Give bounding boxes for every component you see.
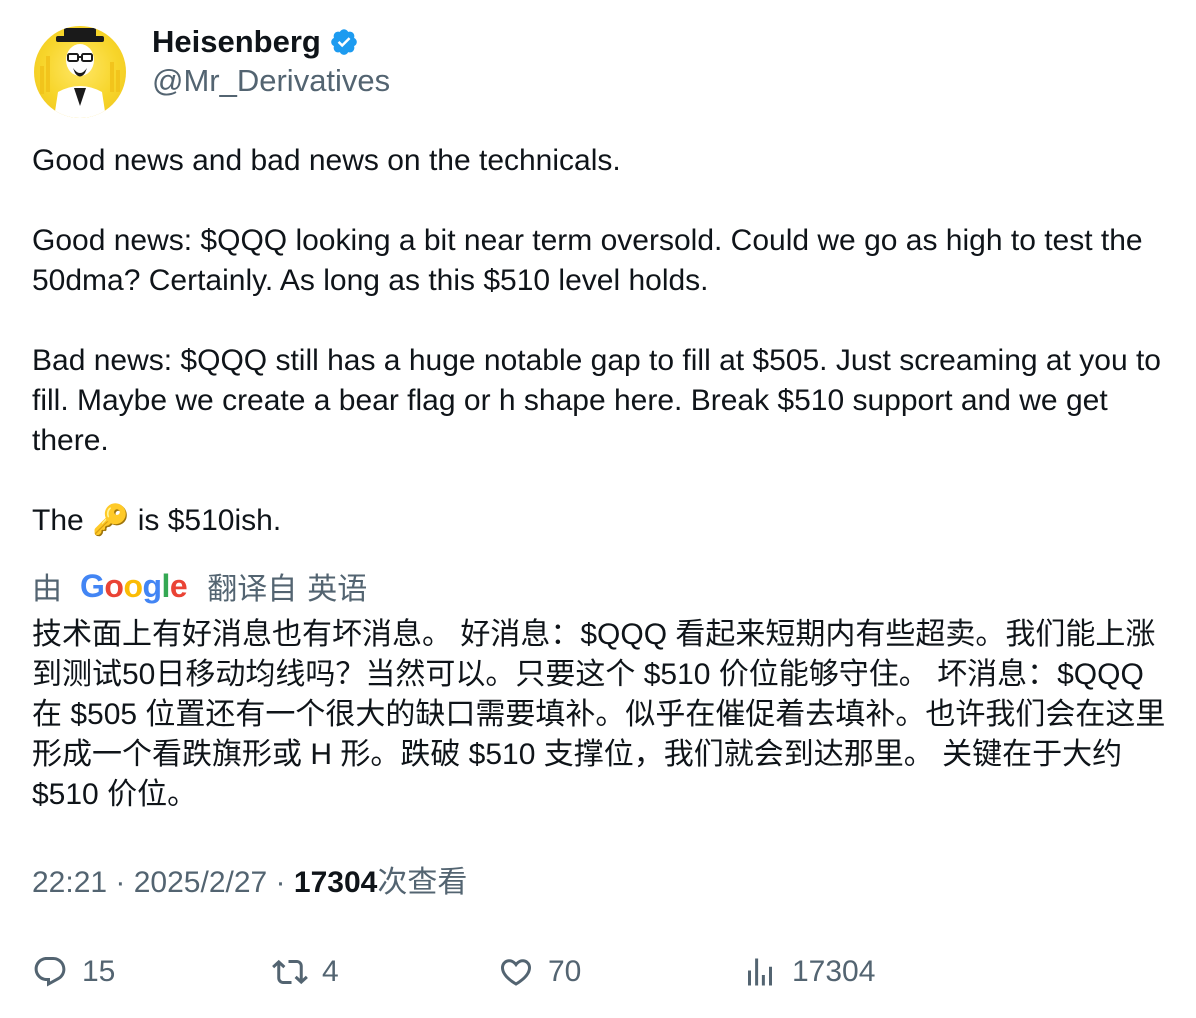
tweet-header: Heisenberg @Mr_Derivatives [34,26,390,118]
tweet-paragraph: Good news: $QQQ looking a bit near term … [32,224,1151,297]
views-label: 次查看 [377,866,468,899]
translation-attribution: 由 Google 翻译自 英语 [32,566,368,607]
views-count: 17304 [293,866,378,899]
like-count: 70 [548,955,582,988]
translation-by-label: 由 [32,573,62,606]
retweet-button[interactable]: 4 [272,952,339,992]
source-language: 英语 [307,573,368,606]
tweet-date[interactable]: 2025/2/27 [134,866,267,899]
tweet-paragraph: Good news and bad news on the technicals… [32,144,621,177]
retweet-count: 4 [322,955,339,988]
tweet-paragraph-last: The 🔑 is $510ish. [32,501,1172,541]
translated-text: 技术面上有好消息也有坏消息。 好消息：$QQQ 看起来短期内有些超卖。我们能上涨… [32,618,1166,811]
analytics-icon [748,958,772,986]
reply-button[interactable]: 15 [32,952,115,992]
views-button[interactable]: 17304 [742,952,875,992]
reply-count: 15 [82,955,116,988]
meta-separator: · [107,866,134,899]
display-name[interactable]: Heisenberg [152,26,321,58]
handle[interactable]: @Mr_Derivatives [152,64,390,98]
tweet-text-prefix: The [32,504,93,537]
heisenberg-avatar-icon [40,28,120,118]
tweet-text: Good news and bad news on the technicals… [32,141,1172,541]
action-bar: 15 4 70 17304 [32,952,932,992]
views-action-count: 17304 [792,955,876,988]
reply-icon [34,957,66,987]
translated-from-label: 翻译自 [207,573,298,606]
key-emoji-icon: 🔑 [92,504,130,537]
google-logo-icon[interactable]: Google [80,568,188,605]
verified-badge-icon[interactable] [329,27,359,57]
tweet-meta: 22:21 · 2025/2/27 · 17304次查看 [32,863,467,903]
tweet-time[interactable]: 22:21 [32,866,107,899]
retweet-icon [272,959,308,985]
heart-icon [500,959,532,986]
avatar[interactable] [34,26,126,118]
tweet-text-suffix: is $510ish. [129,504,282,537]
tweet-paragraph: Bad news: $QQQ still has a huge notable … [32,344,1170,457]
meta-separator: · [267,866,294,899]
like-button[interactable]: 70 [498,952,581,992]
